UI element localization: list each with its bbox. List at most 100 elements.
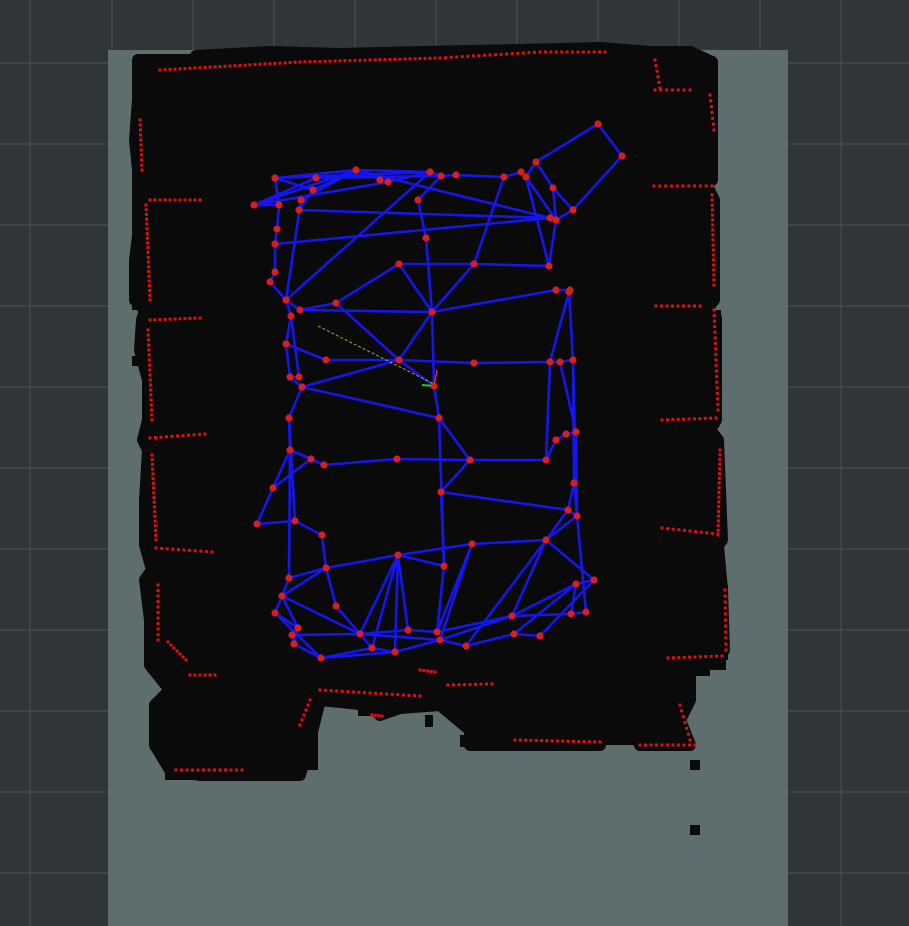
laser-point bbox=[717, 481, 721, 485]
occupied-cell bbox=[480, 730, 580, 744]
laser-point bbox=[151, 481, 155, 485]
laser-point bbox=[718, 467, 722, 471]
laser-point bbox=[685, 726, 689, 730]
laser-point bbox=[710, 203, 714, 207]
map-viewport[interactable] bbox=[0, 0, 909, 926]
laser-point bbox=[390, 692, 394, 696]
roadmap-node bbox=[567, 610, 575, 618]
occupied-cell bbox=[690, 760, 700, 770]
laser-point bbox=[660, 743, 664, 747]
roadmap-node bbox=[298, 383, 306, 391]
laser-point bbox=[148, 198, 152, 202]
laser-point bbox=[401, 693, 405, 697]
laser-point bbox=[187, 433, 190, 437]
laser-point bbox=[152, 500, 156, 504]
laser-point bbox=[716, 528, 720, 532]
laser-point bbox=[452, 683, 455, 687]
laser-point bbox=[561, 739, 565, 743]
laser-point bbox=[147, 358, 151, 362]
occupied-cell bbox=[618, 632, 626, 640]
laser-point bbox=[550, 739, 554, 743]
laser-point bbox=[665, 88, 669, 92]
laser-point bbox=[158, 198, 162, 202]
roadmap-node bbox=[594, 120, 602, 128]
occupied-cell bbox=[440, 90, 448, 98]
laser-point bbox=[150, 462, 154, 466]
roadmap-node bbox=[282, 296, 290, 304]
laser-point bbox=[413, 57, 417, 61]
laser-point bbox=[682, 655, 686, 659]
roadmap-node bbox=[393, 455, 401, 463]
occupied-cells bbox=[129, 42, 730, 835]
laser-point bbox=[582, 740, 586, 744]
roadmap-node bbox=[466, 456, 474, 464]
laser-point bbox=[677, 656, 681, 660]
laser-point bbox=[172, 646, 176, 650]
laser-point bbox=[665, 304, 669, 308]
laser-point bbox=[418, 694, 422, 698]
laser-point bbox=[203, 432, 207, 436]
laser-point bbox=[713, 325, 717, 329]
laser-point bbox=[711, 218, 715, 222]
laser-point bbox=[710, 184, 714, 188]
laser-point bbox=[145, 227, 149, 231]
laser-point bbox=[712, 128, 716, 132]
laser-point bbox=[713, 330, 717, 334]
occupied-cell bbox=[640, 48, 656, 58]
laser-point bbox=[165, 435, 168, 439]
laser-point bbox=[154, 529, 158, 533]
laser-point bbox=[202, 768, 205, 772]
laser-point bbox=[676, 417, 680, 421]
laser-point bbox=[154, 533, 158, 537]
laser-point bbox=[426, 669, 429, 673]
laser-point bbox=[571, 739, 575, 743]
laser-point bbox=[598, 740, 602, 744]
laser-point bbox=[710, 213, 714, 217]
laser-point bbox=[516, 51, 520, 55]
roadmap-node bbox=[570, 479, 578, 487]
laser-point bbox=[146, 246, 150, 250]
roadmap-node bbox=[287, 312, 295, 320]
laser-point bbox=[273, 61, 277, 65]
laser-point bbox=[154, 436, 157, 440]
roadmap-node bbox=[552, 436, 560, 444]
laser-point bbox=[148, 373, 152, 377]
laser-point bbox=[711, 223, 715, 227]
roadmap-node bbox=[552, 286, 560, 294]
laser-point bbox=[304, 708, 308, 712]
roadmap-node bbox=[542, 536, 550, 544]
laser-point bbox=[150, 418, 154, 422]
laser-point bbox=[148, 318, 152, 322]
occupied-cell bbox=[450, 106, 458, 116]
laser-point bbox=[711, 238, 715, 242]
roadmap-node bbox=[404, 626, 412, 634]
laser-point bbox=[412, 694, 416, 698]
map-canvas[interactable] bbox=[0, 0, 909, 926]
laser-point bbox=[717, 500, 721, 504]
occupied-cell bbox=[132, 356, 142, 366]
laser-point bbox=[712, 308, 716, 312]
laser-point bbox=[398, 57, 402, 61]
laser-point bbox=[153, 198, 157, 202]
laser-point bbox=[652, 184, 656, 188]
laser-point bbox=[156, 611, 160, 614]
laser-point bbox=[188, 66, 192, 70]
laser-point bbox=[429, 670, 433, 673]
laser-point bbox=[408, 57, 412, 61]
laser-point bbox=[156, 622, 160, 625]
laser-point bbox=[302, 713, 306, 717]
laser-point bbox=[717, 491, 721, 494]
laser-point bbox=[148, 289, 152, 292]
laser-point bbox=[682, 88, 686, 92]
occupied-cell bbox=[616, 437, 626, 447]
laser-point bbox=[598, 50, 602, 54]
laser-point bbox=[373, 713, 377, 717]
occupied-cell bbox=[150, 185, 205, 201]
laser-point bbox=[723, 588, 727, 592]
roadmap-node bbox=[266, 278, 274, 286]
roadmap-node bbox=[322, 356, 330, 364]
laser-point bbox=[460, 55, 464, 59]
laser-point bbox=[698, 304, 702, 308]
laser-point bbox=[238, 63, 242, 67]
laser-point bbox=[518, 738, 522, 742]
